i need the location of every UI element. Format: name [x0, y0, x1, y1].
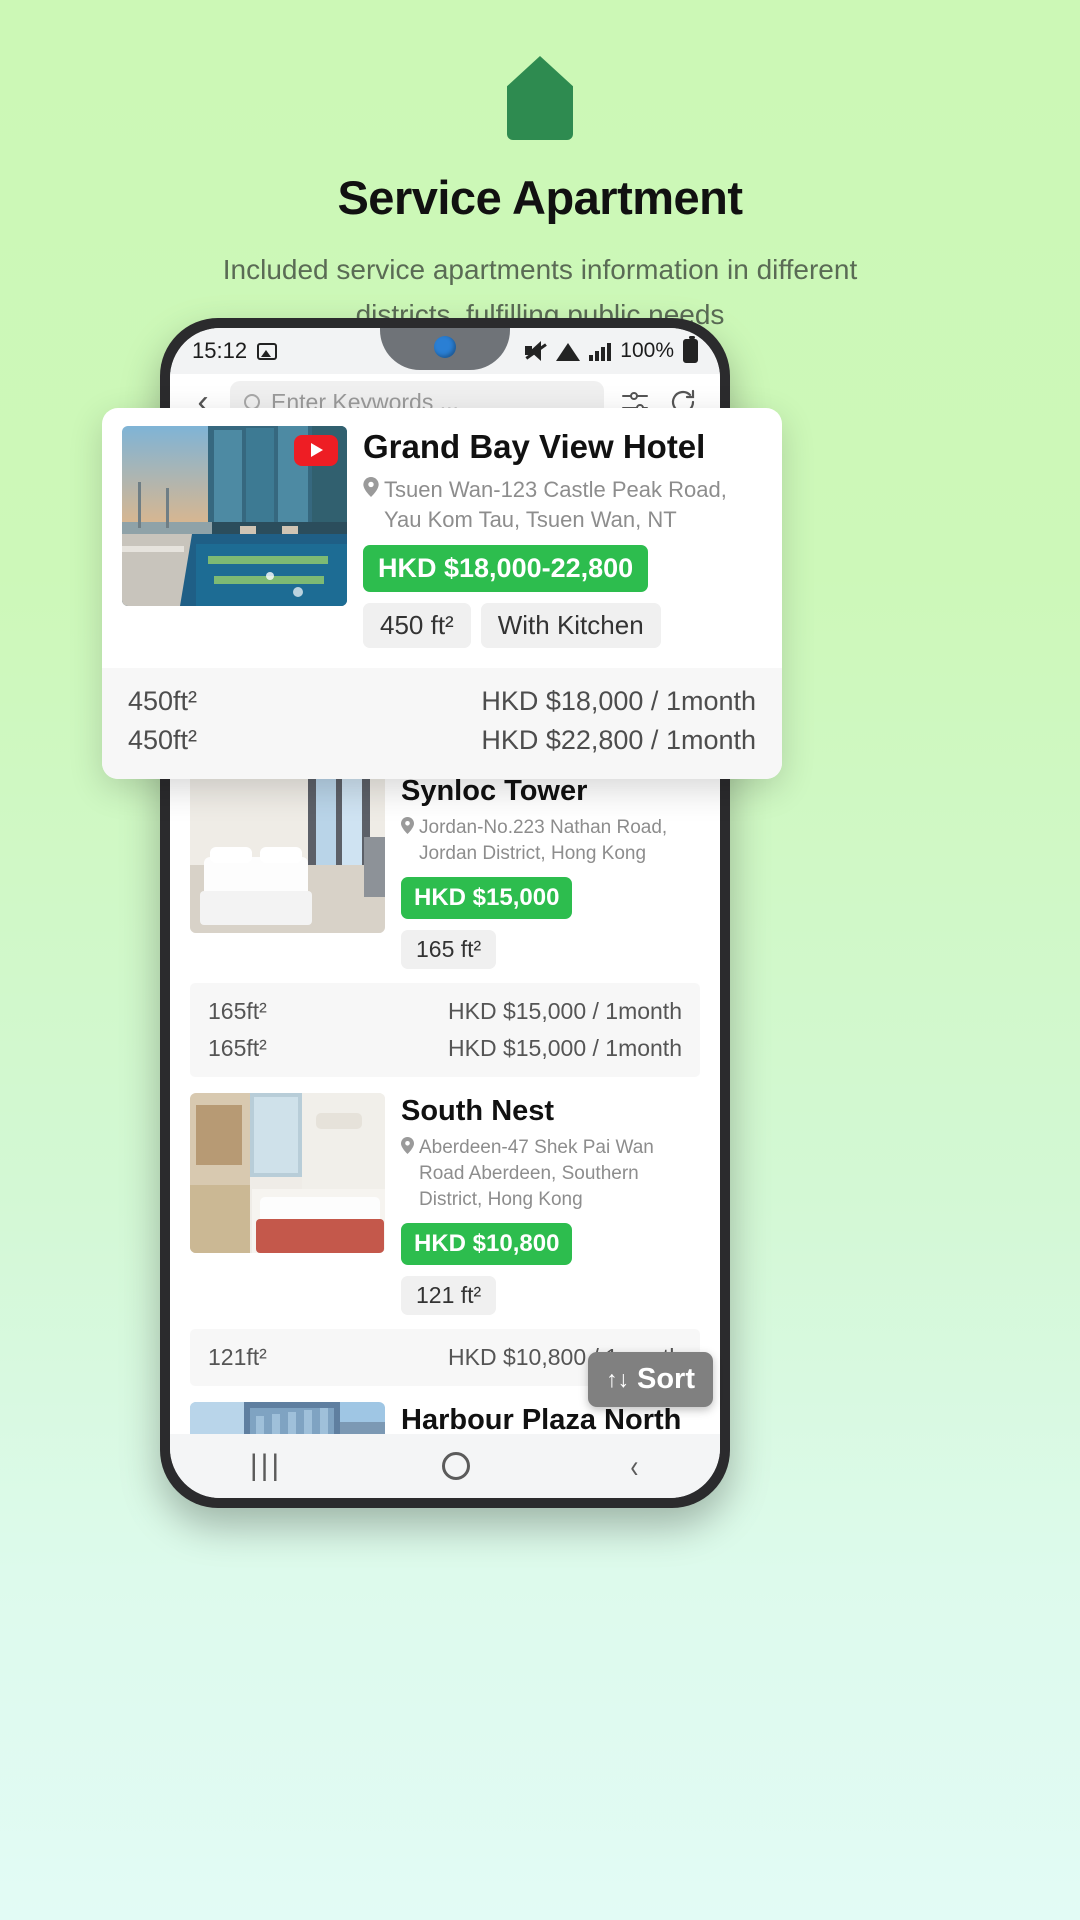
location-pin-icon — [363, 476, 379, 497]
price-table: 165ft² HKD $15,000 / 1month 165ft² HKD $… — [190, 983, 700, 1078]
row-price: HKD $18,000 / 1month — [481, 686, 756, 717]
featured-price-badge: HKD $18,000-22,800 — [363, 545, 649, 593]
home-circle-icon[interactable] — [441, 1452, 470, 1480]
tag-kitchen: With Kitchen — [480, 603, 661, 649]
front-camera-icon — [434, 336, 456, 358]
location-pin-icon — [401, 1137, 414, 1155]
tag-size: 450 ft² — [363, 603, 471, 649]
mute-icon — [525, 341, 547, 361]
row-price: HKD $15,000 / 1month — [448, 1035, 682, 1062]
page-header: Service Apartment Included service apart… — [0, 0, 1080, 338]
status-time: 15:12 — [192, 338, 248, 363]
row-price: HKD $22,800 / 1month — [481, 725, 756, 756]
listing-address-text: Aberdeen-47 Shek Pai Wan Road Aberdeen, … — [419, 1137, 654, 1210]
listing-thumbnail — [190, 1402, 385, 1434]
table-row: 165ft² HKD $15,000 / 1month — [208, 1030, 682, 1067]
listing-name: South Nest — [401, 1095, 555, 1128]
location-pin-icon — [401, 817, 414, 835]
table-row: 450ft² HKD $18,000 / 1month — [128, 682, 756, 721]
listing-info: South Nest Aberdeen-47 Shek Pai Wan Road… — [401, 1093, 700, 1316]
camera-notch — [380, 328, 510, 370]
row-size: 121ft² — [208, 1344, 267, 1371]
house-icon — [507, 56, 573, 140]
list-item[interactable]: South Nest Aberdeen-47 Shek Pai Wan Road… — [170, 1077, 720, 1387]
tag-size: 121 ft² — [401, 1276, 497, 1316]
sort-label: Sort — [637, 1363, 695, 1395]
sort-arrows-icon: ↑↓ — [606, 1366, 629, 1392]
featured-name: Grand Bay View Hotel — [363, 428, 706, 465]
row-size: 165ft² — [208, 998, 267, 1025]
tag-size: 165 ft² — [401, 930, 497, 970]
featured-tags: 450 ft² With Kitchen — [363, 603, 762, 649]
video-play-badge[interactable] — [294, 435, 338, 466]
listing-info: Synloc Tower Jordan-No.223 Nathan Road, … — [401, 773, 700, 970]
featured-thumbnail — [122, 426, 347, 606]
listing-name: Synloc Tower — [401, 774, 588, 807]
table-row: 165ft² HKD $15,000 / 1month — [208, 993, 682, 1030]
listing-address-text: Jordan-No.223 Nathan Road, Jordan Distri… — [419, 817, 668, 864]
row-size: 450ft² — [128, 725, 198, 756]
back-chevron-icon[interactable]: ‹ — [631, 1448, 639, 1485]
row-price: HKD $15,000 / 1month — [448, 998, 682, 1025]
featured-info: Grand Bay View Hotel Tsuen Wan-123 Castl… — [363, 426, 762, 649]
status-left: 15:12 — [192, 338, 278, 364]
listing-name: Harbour Plaza North Point — [401, 1404, 682, 1434]
featured-address-text: Tsuen Wan-123 Castle Peak Road, Yau Kom … — [384, 476, 727, 532]
recents-icon[interactable]: ||| — [250, 1449, 282, 1483]
listing-thumbnail — [190, 772, 385, 933]
page-title: Service Apartment — [337, 171, 743, 224]
price-badge: HKD $15,000 — [401, 877, 573, 920]
status-right: 100% — [525, 336, 698, 363]
featured-address: Tsuen Wan-123 Castle Peak Road, Yau Kom … — [363, 475, 762, 534]
sort-button[interactable]: ↑↓ Sort — [588, 1352, 713, 1407]
signal-bars-icon — [589, 342, 612, 361]
listing-thumbnail — [190, 1093, 385, 1254]
row-size: 450ft² — [128, 686, 198, 717]
battery-icon — [683, 336, 698, 363]
featured-price-table: 450ft² HKD $18,000 / 1month 450ft² HKD $… — [102, 668, 782, 779]
listing-address: Aberdeen-47 Shek Pai Wan Road Aberdeen, … — [401, 1135, 700, 1212]
listing-tags: 121 ft² — [401, 1276, 700, 1316]
list-item[interactable]: Synloc Tower Jordan-No.223 Nathan Road, … — [170, 757, 720, 1078]
listing-address: Jordan-No.223 Nathan Road, Jordan Distri… — [401, 815, 700, 866]
image-icon — [257, 342, 278, 360]
featured-listing-card[interactable]: Grand Bay View Hotel Tsuen Wan-123 Castl… — [102, 408, 782, 779]
row-size: 165ft² — [208, 1035, 267, 1062]
table-row: 450ft² HKD $22,800 / 1month — [128, 721, 756, 760]
listing-tags: 165 ft² — [401, 930, 700, 970]
wifi-icon — [556, 342, 581, 361]
android-nav-bar: ||| ‹ — [170, 1434, 720, 1498]
price-badge: HKD $10,800 — [401, 1223, 573, 1266]
status-bar: 15:12 100% — [170, 328, 720, 374]
battery-percent: 100% — [620, 339, 674, 362]
